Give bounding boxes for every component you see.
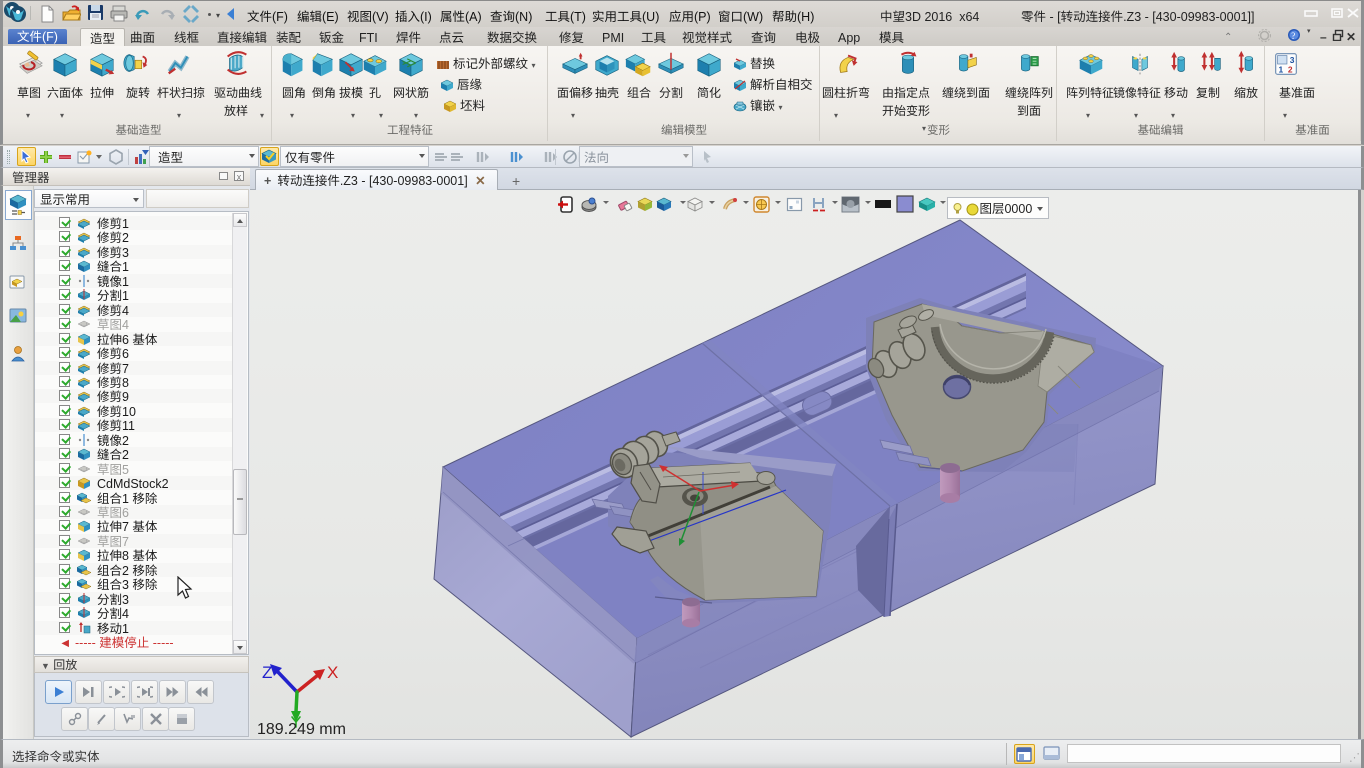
svg-text:?: ? — [1291, 31, 1295, 41]
svg-text:2: 2 — [1288, 64, 1293, 74]
svg-text:189.249 mm: 189.249 mm — [257, 715, 346, 739]
svg-text:1: 1 — [1279, 64, 1284, 74]
svg-text:Z: Z — [262, 663, 272, 682]
svg-text:X: X — [327, 663, 338, 682]
